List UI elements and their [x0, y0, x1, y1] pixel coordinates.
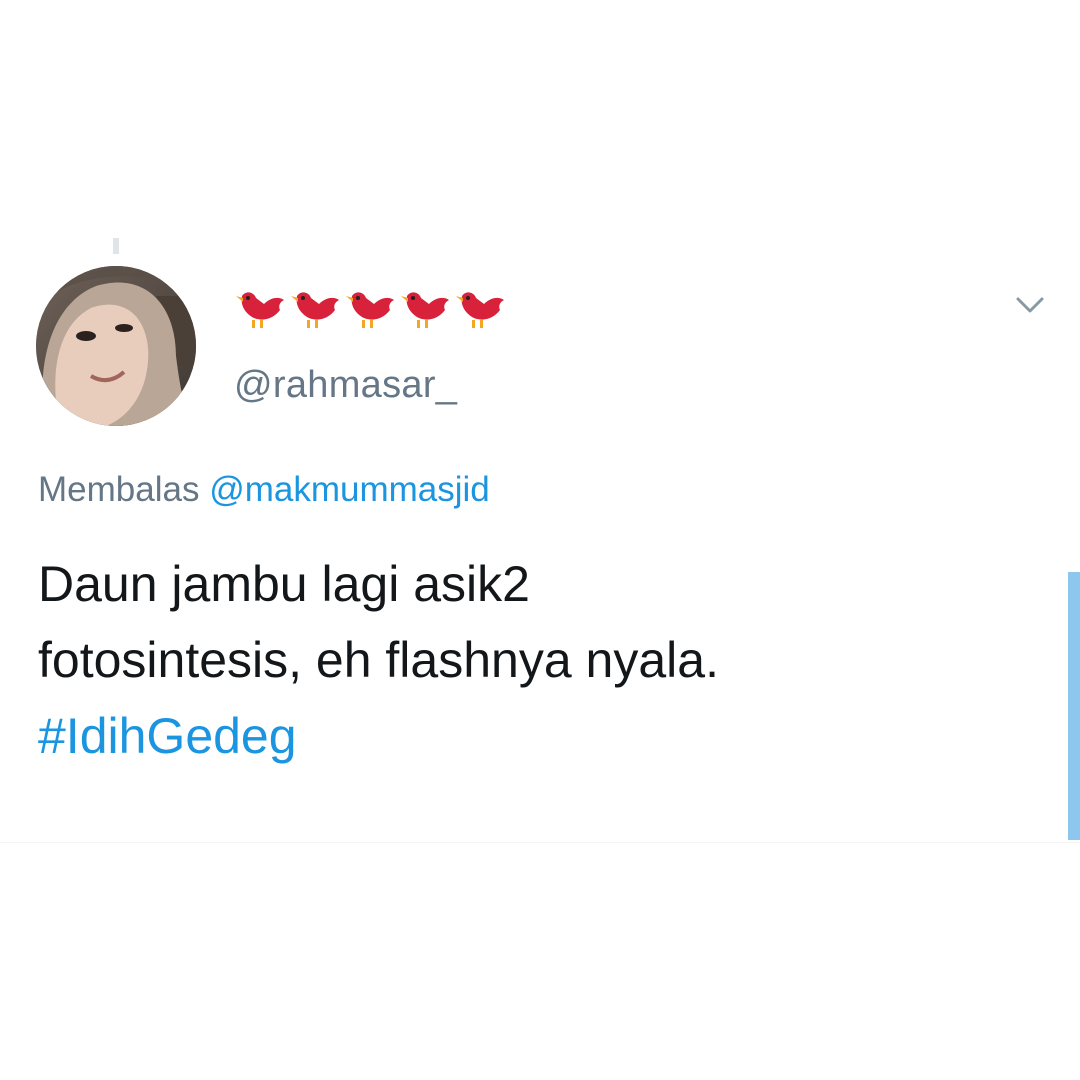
scrollbar-thumb[interactable] [1068, 572, 1080, 840]
chevron-down-icon[interactable] [1010, 290, 1050, 320]
tweet-text: Daun jambu lagi asik2 fotosintesis, eh f… [38, 546, 1038, 774]
tweet-screenshot: @rahmasar_ Membalas @makmummasjid Daun j… [0, 0, 1080, 1080]
red-bird-icon [401, 292, 449, 328]
tweet-text-line: fotosintesis, eh flashnya nyala. [38, 632, 719, 688]
display-name-emoji[interactable] [234, 284, 506, 334]
red-bird-icon [346, 292, 394, 328]
red-bird-icon [236, 292, 284, 328]
reply-context: Membalas @makmummasjid [38, 470, 490, 510]
reply-prefix: Membalas [38, 470, 200, 509]
reply-mention-link[interactable]: @makmummasjid [209, 470, 490, 509]
red-bird-icon [291, 292, 339, 328]
thread-connector-line [113, 238, 119, 254]
red-bird-icon [456, 292, 504, 328]
divider [0, 842, 1080, 843]
hashtag-link[interactable]: #IdihGedeg [38, 698, 1038, 774]
user-handle[interactable]: @rahmasar_ [234, 364, 457, 407]
avatar[interactable] [36, 266, 196, 426]
tweet-text-line: Daun jambu lagi asik2 [38, 556, 530, 612]
